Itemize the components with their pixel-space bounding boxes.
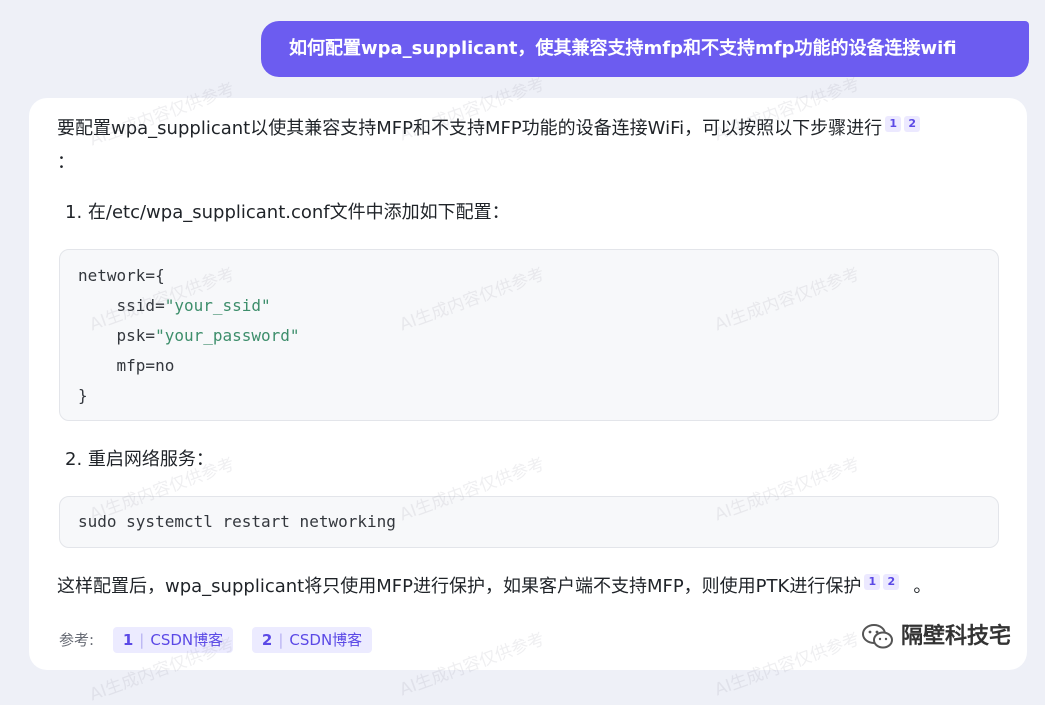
- citation-badge[interactable]: 1: [864, 574, 881, 590]
- step-1-text: 1. 在/etc/wpa_supplicant.conf文件中添加如下配置：: [65, 202, 510, 223]
- citation-badge[interactable]: 2: [883, 574, 900, 590]
- references-label: 参考:: [59, 631, 95, 649]
- brand-name: 隔壁科技宅: [900, 624, 1011, 649]
- citation-badge[interactable]: 2: [904, 116, 921, 132]
- code-string: "your_password": [155, 326, 300, 345]
- code-line: psk="your_password": [78, 321, 300, 351]
- code-token: ssid=: [78, 296, 165, 315]
- reference-separator: |: [278, 631, 284, 649]
- references-row: 参考: 1 | CSDN博客 2 | CSDN博客: [59, 626, 373, 654]
- answer-conclusion: 这样配置后，wpa_supplicant将只使用MFP进行保护，如果客户端不支持…: [57, 572, 1017, 602]
- user-message-bubble: 如何配置wpa_supplicant，使其兼容支持mfp和不支持mfp功能的设备…: [261, 21, 1029, 77]
- code-line: sudo systemctl restart networking: [78, 512, 396, 531]
- code-token: psk=: [78, 326, 156, 345]
- code-line: ssid="your_ssid": [78, 291, 271, 321]
- brand-watermark: 隔壁科技宅: [861, 620, 1011, 654]
- code-line: network={: [78, 266, 165, 285]
- answer-card: 要配置wpa_supplicant以使其兼容支持MFP和不支持MFP功能的设备连…: [29, 98, 1027, 670]
- reference-link-2[interactable]: 2 | CSDN博客: [251, 627, 373, 653]
- wechat-icon: [861, 622, 895, 652]
- code-block-command[interactable]: sudo systemctl restart networking: [59, 496, 999, 548]
- reference-label: CSDN博客: [150, 631, 224, 649]
- reference-number: 1: [122, 631, 134, 649]
- answer-intro-text: 要配置wpa_supplicant以使其兼容支持MFP和不支持MFP功能的设备连…: [57, 118, 883, 139]
- answer-intro: 要配置wpa_supplicant以使其兼容支持MFP和不支持MFP功能的设备连…: [57, 114, 987, 144]
- answer-conclusion-tail: 。: [913, 576, 932, 597]
- code-string: "your_ssid": [164, 296, 271, 315]
- answer-conclusion-text: 这样配置后，wpa_supplicant将只使用MFP进行保护，如果客户端不支持…: [57, 576, 862, 597]
- code-block-config[interactable]: network={ ssid="your_ssid" psk="your_pas…: [59, 249, 999, 421]
- reference-label: CSDN博客: [289, 631, 363, 649]
- reference-link-1[interactable]: 1 | CSDN博客: [112, 627, 234, 653]
- answer-intro-tail: ：: [57, 152, 75, 173]
- user-message-text: 如何配置wpa_supplicant，使其兼容支持mfp和不支持mfp功能的设备…: [289, 38, 957, 59]
- code-line: }: [78, 386, 88, 405]
- citation-badge[interactable]: 1: [885, 116, 902, 132]
- reference-number: 2: [261, 631, 273, 649]
- code-line: mfp=no: [78, 356, 175, 375]
- step-2-text: 2. 重启网络服务：: [65, 449, 214, 470]
- reference-separator: |: [139, 631, 145, 649]
